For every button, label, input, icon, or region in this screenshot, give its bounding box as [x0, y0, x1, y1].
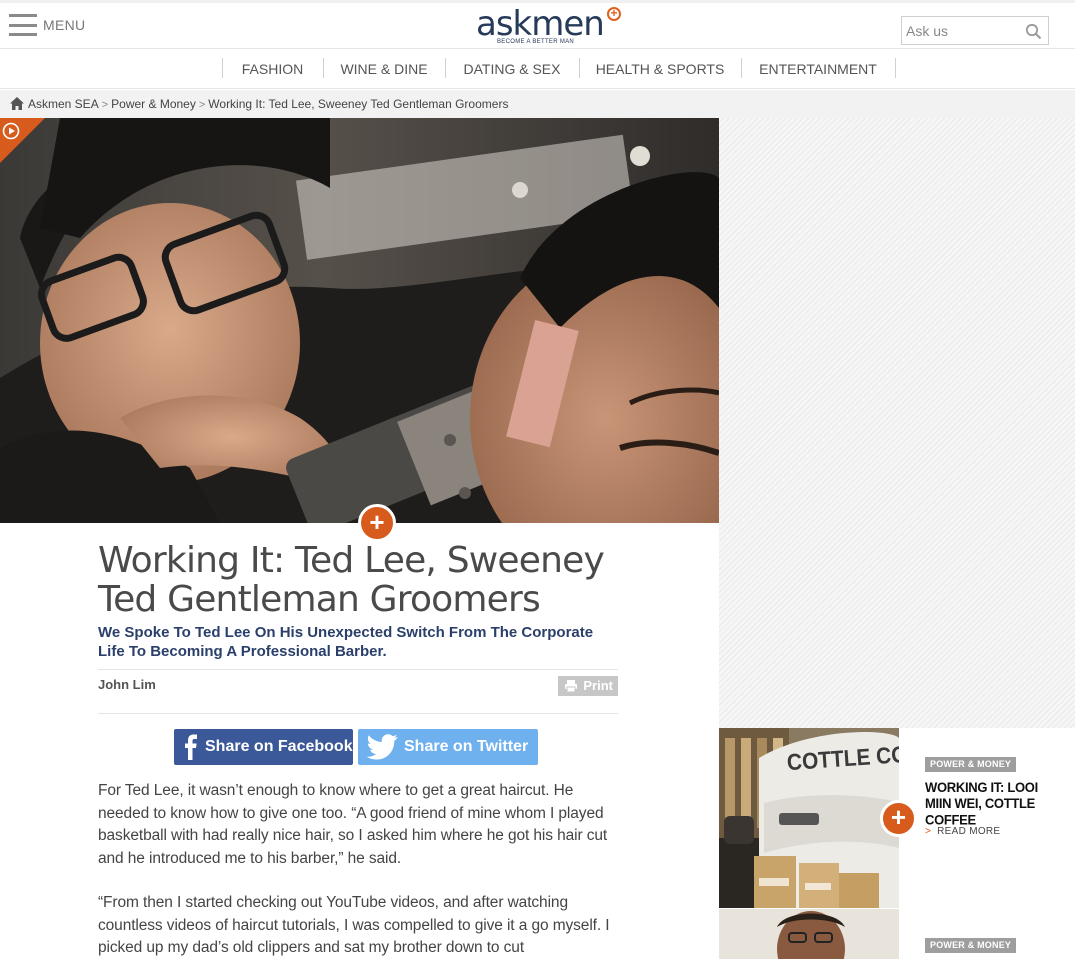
article-paragraph: For Ted Lee, it wasn’t enough to know wh…: [98, 782, 608, 867]
breadcrumb-separator: >: [198, 99, 206, 111]
read-more-label: READ MORE: [937, 826, 1001, 837]
article-title: Working It: Ted Lee, Sweeney Ted Gentlem…: [98, 540, 605, 620]
breadcrumb-separator: >: [101, 99, 109, 111]
hamburger-icon: [9, 14, 37, 36]
twitter-bird-icon: [366, 734, 398, 760]
search-icon[interactable]: [1025, 23, 1042, 40]
share-twitter-button[interactable]: Share on Twitter: [358, 729, 538, 765]
nav-item-dating-sex[interactable]: DATING & SEX: [445, 59, 579, 79]
facebook-icon: [185, 734, 197, 760]
divider: [98, 669, 618, 670]
share-facebook-button[interactable]: Share on Facebook: [174, 729, 353, 765]
share-twitter-label: Share on Twitter: [404, 738, 529, 755]
related-article-image[interactable]: COTTLE COFF: [719, 728, 899, 908]
sidebar-ad-area: [719, 118, 1075, 728]
article-paragraph: “From then I started checking out YouTub…: [98, 894, 610, 956]
breadcrumb: Askmen SEA > Power & Money > Working It: Ted…: [0, 90, 1075, 118]
coffee-shop-photo: COTTLE COFF: [719, 728, 899, 908]
search-box: [901, 16, 1049, 45]
top-bar: MENU askmen + BECOME A BETTER MAN: [0, 0, 1075, 49]
nav-item-wine-dine[interactable]: WINE & DINE: [323, 59, 445, 79]
breadcrumb-link-category[interactable]: Power & Money: [111, 97, 196, 111]
video-play-icon[interactable]: [0, 118, 45, 163]
breadcrumb-current: Working It: Ted Lee, Sweeney Ted Gentlem…: [208, 97, 509, 111]
related-article-title[interactable]: WORKING IT: LOOI MIIN WEI, COTTLE COFFEE: [925, 779, 1055, 828]
hero-image[interactable]: [0, 118, 719, 523]
divider: [98, 713, 618, 714]
nav-separator: [895, 58, 896, 78]
related-article-category[interactable]: POWER & MONEY: [925, 757, 1017, 772]
home-icon[interactable]: [10, 96, 24, 110]
print-button[interactable]: Print: [558, 676, 618, 696]
search-input[interactable]: [906, 21, 1024, 41]
portrait-photo: [719, 909, 899, 959]
hero-photo: [0, 118, 719, 523]
article-subtitle: We Spoke To Ted Lee On His Unexpected Sw…: [98, 624, 594, 660]
logo-wordmark: askmen: [476, 4, 605, 44]
nav-item-entertainment[interactable]: ENTERTAINMENT: [741, 59, 895, 79]
related-article-card[interactable]: POWER & MONEY: [719, 909, 1075, 959]
logo-tagline: BECOME A BETTER MAN: [497, 39, 575, 45]
menu-label: MENU: [43, 17, 86, 33]
print-label: Print: [583, 678, 613, 693]
printer-icon: [565, 680, 577, 693]
logo-plus-icon: +: [607, 7, 621, 21]
related-article-plus-icon[interactable]: +: [880, 800, 917, 837]
expand-plus-icon[interactable]: +: [358, 504, 396, 542]
menu-button[interactable]: MENU: [9, 14, 85, 36]
category-nav: FASHION WINE & DINE DATING & SEX HEALTH …: [0, 49, 1075, 89]
related-article-image[interactable]: [719, 909, 899, 959]
nav-item-health-sports[interactable]: HEALTH & SPORTS: [579, 59, 741, 79]
share-facebook-label: Share on Facebook: [205, 738, 353, 755]
breadcrumb-link-home[interactable]: Askmen SEA: [28, 97, 99, 111]
related-article-category[interactable]: POWER & MONEY: [925, 938, 1017, 953]
article-author[interactable]: John Lim: [98, 677, 156, 692]
chevron-right-icon: >: [925, 826, 932, 837]
nav-item-fashion[interactable]: FASHION: [222, 59, 323, 79]
askmen-logo[interactable]: askmen + BECOME A BETTER MAN: [476, 4, 626, 48]
read-more-link[interactable]: > READ MORE: [925, 826, 1000, 837]
